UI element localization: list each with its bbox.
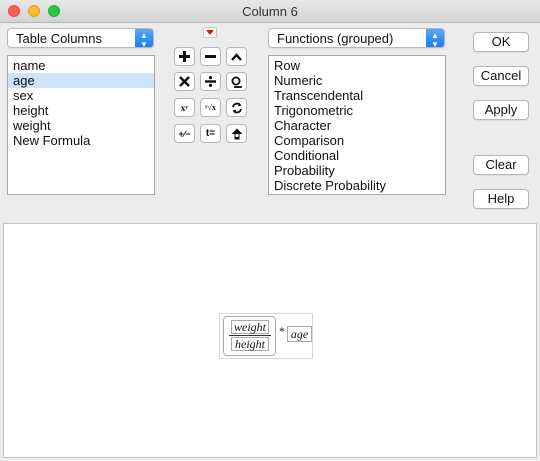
multiply-icon[interactable]: [174, 72, 195, 91]
functions-popup[interactable]: Functions (grouped) ▲ ▼: [268, 28, 445, 49]
multiplier-term[interactable]: age: [287, 326, 312, 342]
column-item-name[interactable]: name: [8, 58, 154, 73]
function-category-item[interactable]: Probability: [269, 163, 445, 178]
root-button[interactable]: ʸ√x: [200, 98, 221, 117]
parenthesis-group[interactable]: weight height: [223, 316, 276, 356]
subtract-icon[interactable]: [200, 47, 221, 66]
cancel-button[interactable]: Cancel: [473, 66, 529, 86]
chevron-updown-icon: ▲ ▼: [426, 29, 444, 49]
title-bar: Column 6: [0, 0, 540, 23]
plus-minus-button[interactable]: +∕−: [174, 124, 195, 143]
function-category-item[interactable]: Comparison: [269, 133, 445, 148]
function-category-item[interactable]: Row: [269, 58, 445, 73]
functions-popup-label: Functions (grouped): [277, 31, 394, 46]
formula-expression[interactable]: weight height * age: [219, 313, 313, 359]
function-category-item[interactable]: Character: [269, 118, 445, 133]
add-icon[interactable]: [174, 47, 195, 66]
numerator-term[interactable]: weight: [231, 320, 269, 334]
denominator-term[interactable]: height: [231, 337, 269, 351]
assign-button[interactable]: t=: [200, 124, 221, 143]
column-item-sex[interactable]: sex: [8, 88, 154, 103]
table-columns-popup[interactable]: Table Columns ▲ ▼: [7, 28, 154, 49]
function-category-item[interactable]: Numeric: [269, 73, 445, 88]
help-button[interactable]: Help: [473, 189, 529, 209]
chevron-updown-icon: ▲ ▼: [135, 29, 153, 49]
table-columns-popup-label: Table Columns: [16, 31, 102, 46]
multiply-operator: *: [279, 324, 285, 338]
peel-icon[interactable]: [226, 124, 247, 143]
function-category-item[interactable]: Trigonometric: [269, 103, 445, 118]
raise-level-icon[interactable]: [226, 47, 247, 66]
column-item-weight[interactable]: weight: [8, 118, 154, 133]
column-item-age[interactable]: age: [8, 73, 154, 88]
local-variable-icon[interactable]: [226, 72, 247, 91]
clear-button[interactable]: Clear: [473, 155, 529, 175]
swap-icon[interactable]: [226, 98, 247, 117]
column-item-height[interactable]: height: [8, 103, 154, 118]
column-item-new-formula[interactable]: New Formula: [8, 133, 154, 148]
fraction-bar: [229, 335, 271, 336]
divide-icon[interactable]: [200, 72, 221, 91]
function-category-item[interactable]: Discrete Probability: [269, 178, 445, 193]
functions-list[interactable]: Row Numeric Transcendental Trigonometric…: [268, 55, 446, 195]
function-category-item[interactable]: Transcendental: [269, 88, 445, 103]
power-button[interactable]: xʸ: [174, 98, 195, 117]
function-category-item[interactable]: Conditional: [269, 148, 445, 163]
window-title: Column 6: [242, 4, 298, 19]
division-fraction[interactable]: weight height: [229, 320, 271, 352]
formula-editor[interactable]: weight height * age: [3, 223, 537, 458]
apply-button[interactable]: Apply: [473, 100, 529, 120]
columns-list[interactable]: name age sex height weight New Formula: [7, 55, 155, 195]
keypad-menu-icon[interactable]: [203, 27, 217, 38]
ok-button[interactable]: OK: [473, 32, 529, 52]
